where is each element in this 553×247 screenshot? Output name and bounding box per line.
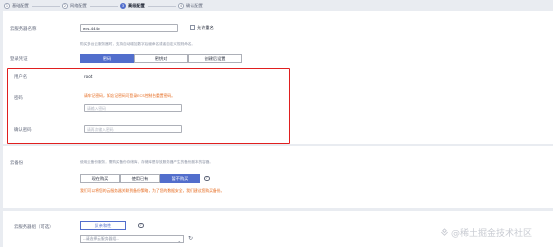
server-group-select[interactable]: --请选择云服务器组-- ⌄ <box>80 235 184 243</box>
server-name-hint: 购买多台云服务器时，支持自动增加数字后缀命名或者自定义规则命名。 <box>80 42 195 46</box>
step-indicator: 1 基础配置 2 网络配置 3 高级配置 4 确认配置 <box>0 0 553 11</box>
juejin-logo-icon <box>441 228 448 236</box>
step-connector <box>90 5 118 7</box>
chevron-down-icon: ⌄ <box>177 237 181 243</box>
allow-duplicate-checkbox[interactable] <box>190 25 195 30</box>
help-icon[interactable]: ? <box>204 175 210 181</box>
step-number: 3 <box>120 2 126 9</box>
step-advanced[interactable]: 3 高级配置 <box>120 2 145 9</box>
help-icon[interactable]: ? <box>138 222 144 228</box>
step-basic[interactable]: 1 基础配置 <box>4 2 29 9</box>
step-number: 2 <box>62 2 68 9</box>
backup-label: 云备份 <box>10 161 24 166</box>
login-password-button[interactable]: 密码 <box>80 54 134 63</box>
step-label: 高级配置 <box>128 2 145 8</box>
step-network[interactable]: 2 网络配置 <box>62 2 87 9</box>
step-label: 确认配置 <box>186 2 203 8</box>
backup-not-now-button[interactable]: 暂不购买 <box>160 174 200 183</box>
backup-hint: 使用云备份服务，需购买备份存储库，存储库是存放服务器产生的备份副本的容器。 <box>80 160 213 164</box>
login-keypair-button[interactable]: 密钥对 <box>134 54 188 63</box>
anti-affinity-button[interactable]: 反亲和性 <box>80 221 126 230</box>
server-name-input[interactable] <box>80 24 178 32</box>
step-connector <box>32 5 60 7</box>
refresh-icon[interactable]: ↻ <box>188 235 193 242</box>
step-number: 4 <box>178 2 184 9</box>
step-label: 网络配置 <box>70 2 87 8</box>
backup-warning: 我们可以将您的云服务器关联到备份策略，为了您的数据安全，我们建议您购买备份。 <box>80 188 225 193</box>
step-number: 1 <box>4 2 10 9</box>
step-confirm[interactable]: 4 确认配置 <box>178 2 203 9</box>
login-credential-label: 登录凭证 <box>10 57 28 62</box>
login-later-button[interactable]: 创建后设置 <box>188 54 242 63</box>
highlight-box <box>7 68 290 144</box>
server-group-select-placeholder: --请选择云服务器组-- <box>83 236 119 241</box>
server-name-label: 云服务器名称 <box>10 27 37 32</box>
watermark-text: @稀土掘金技术社区 <box>451 229 533 239</box>
allow-duplicate-label: 允许重名 <box>197 25 214 30</box>
backup-buy-now-button[interactable]: 现在购买 <box>80 174 120 183</box>
backup-use-existing-button[interactable]: 使用已有 <box>120 174 160 183</box>
server-group-label: 云服务器组（可选） <box>14 225 54 230</box>
watermark: @稀土掘金技术社区 <box>440 226 532 239</box>
step-label: 基础配置 <box>12 2 29 8</box>
step-connector <box>148 5 176 7</box>
